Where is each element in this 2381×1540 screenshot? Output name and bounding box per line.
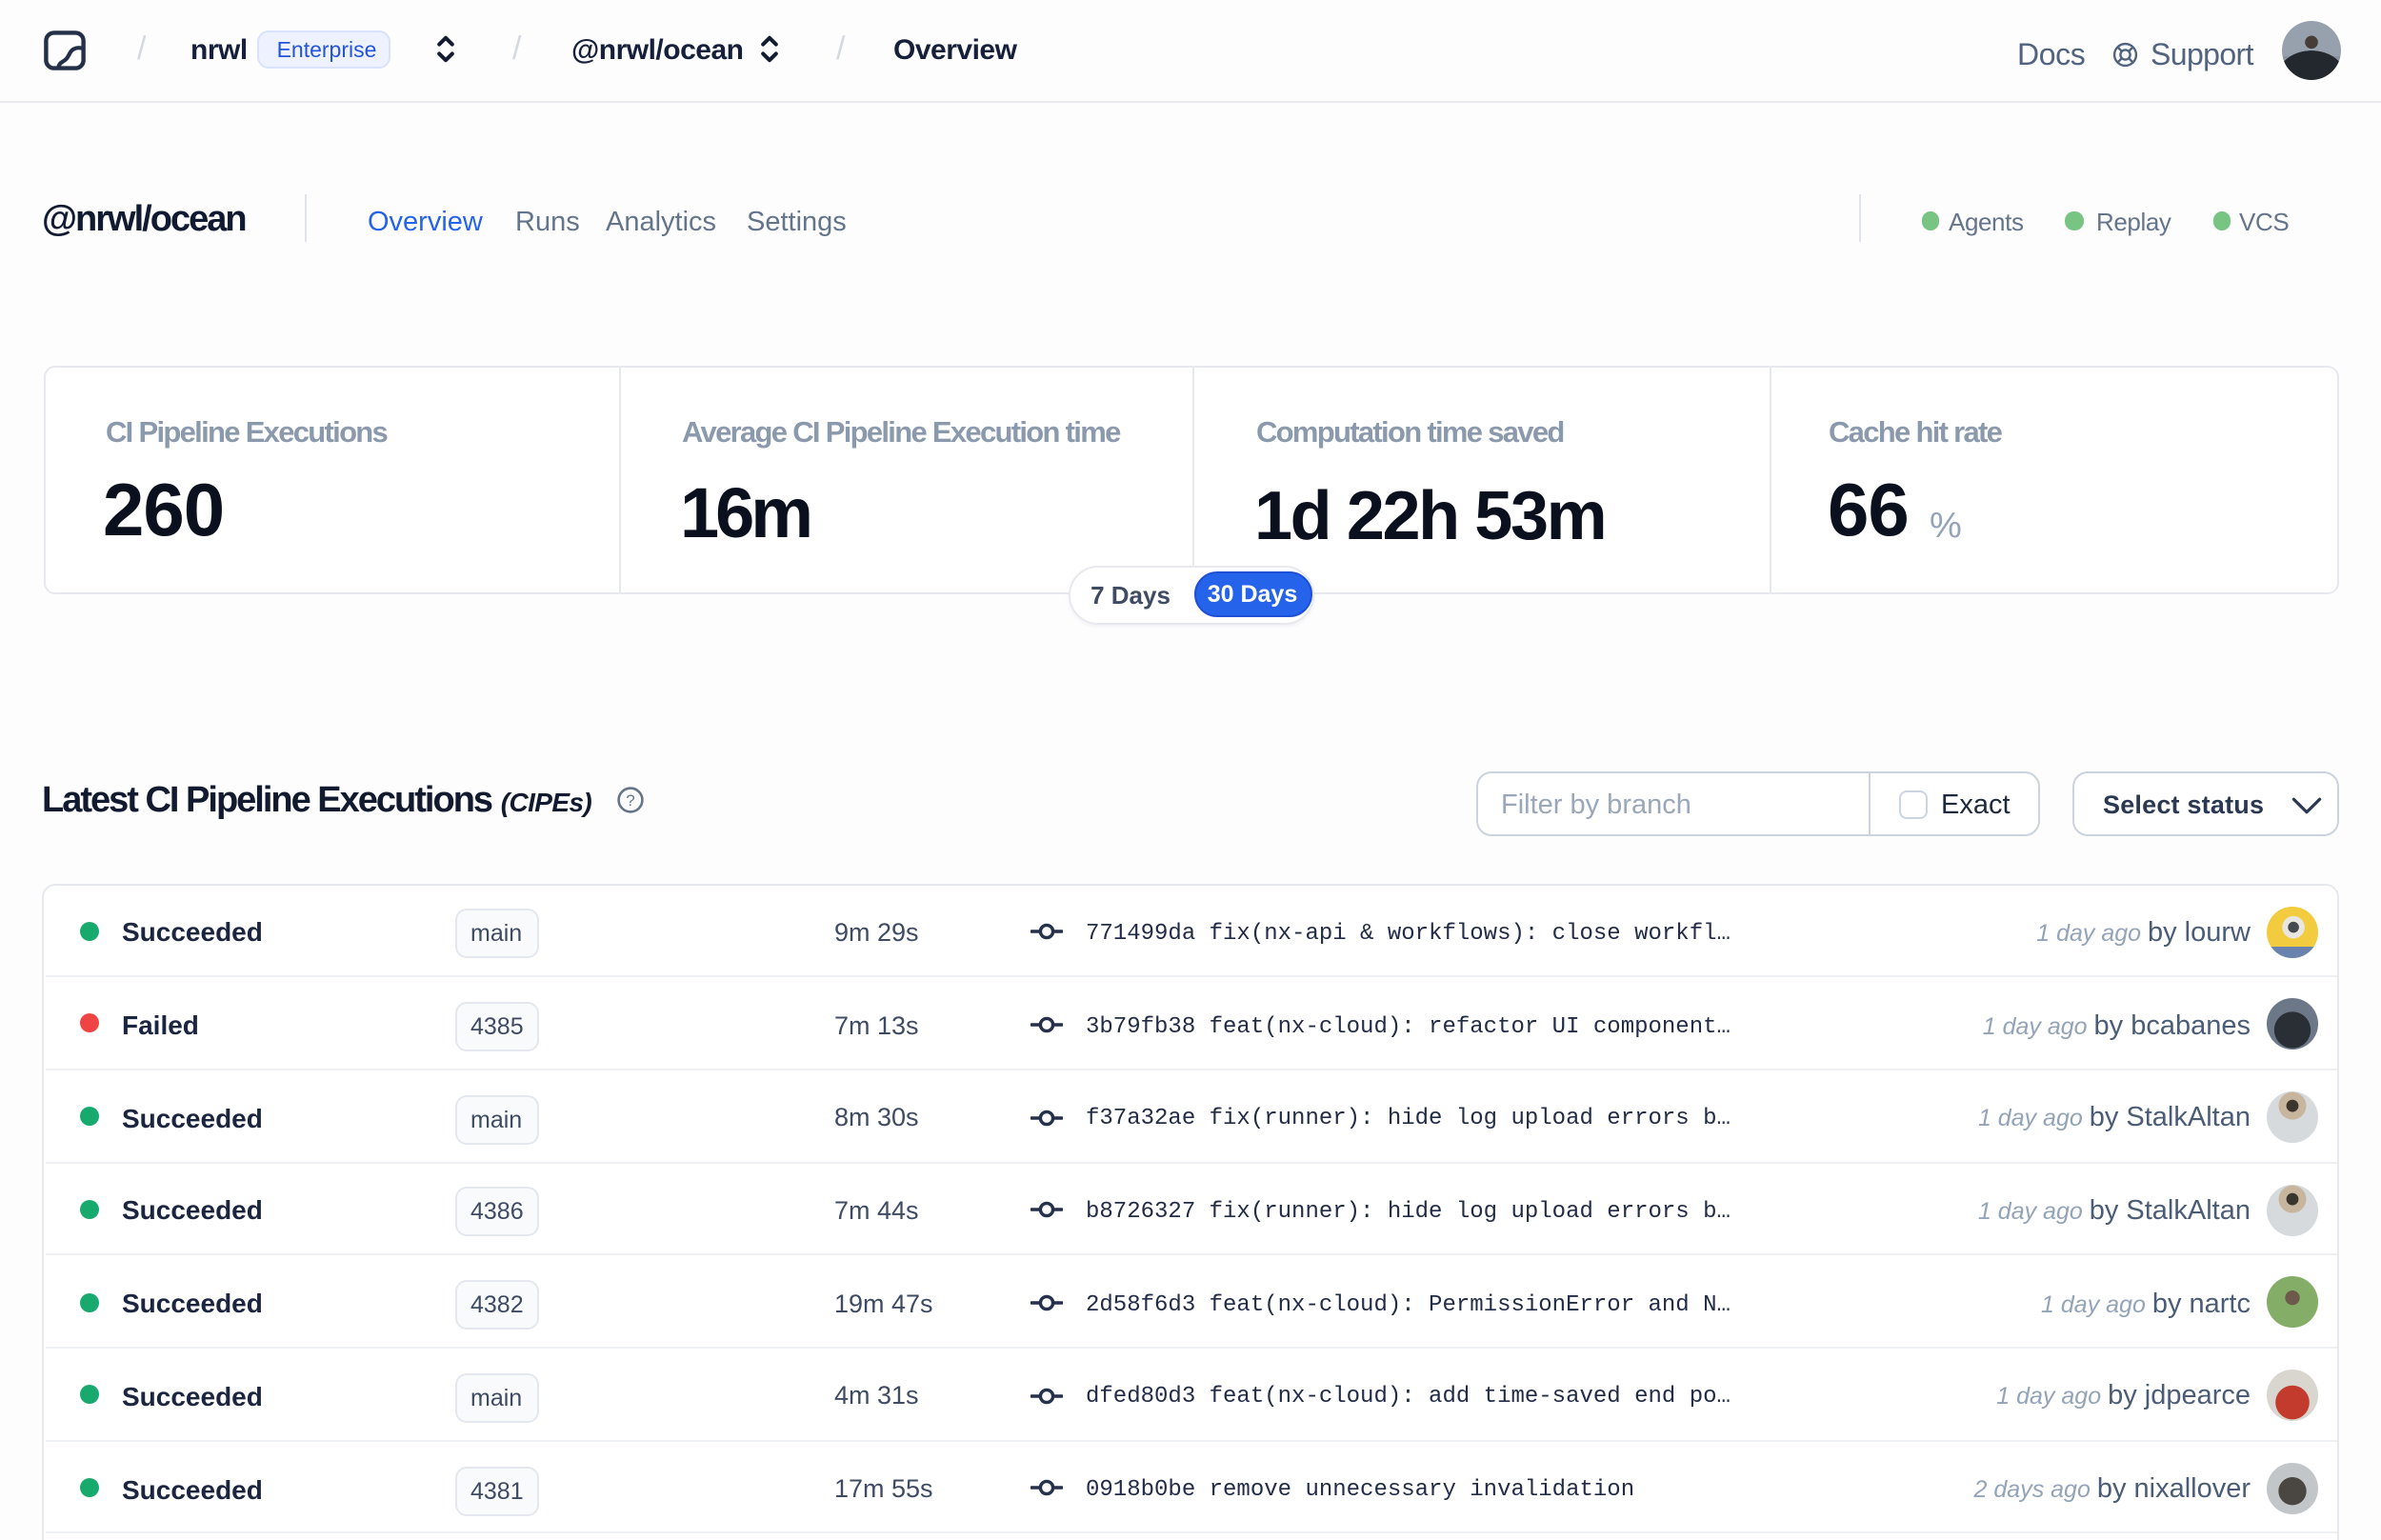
- svg-text:?: ?: [626, 791, 634, 810]
